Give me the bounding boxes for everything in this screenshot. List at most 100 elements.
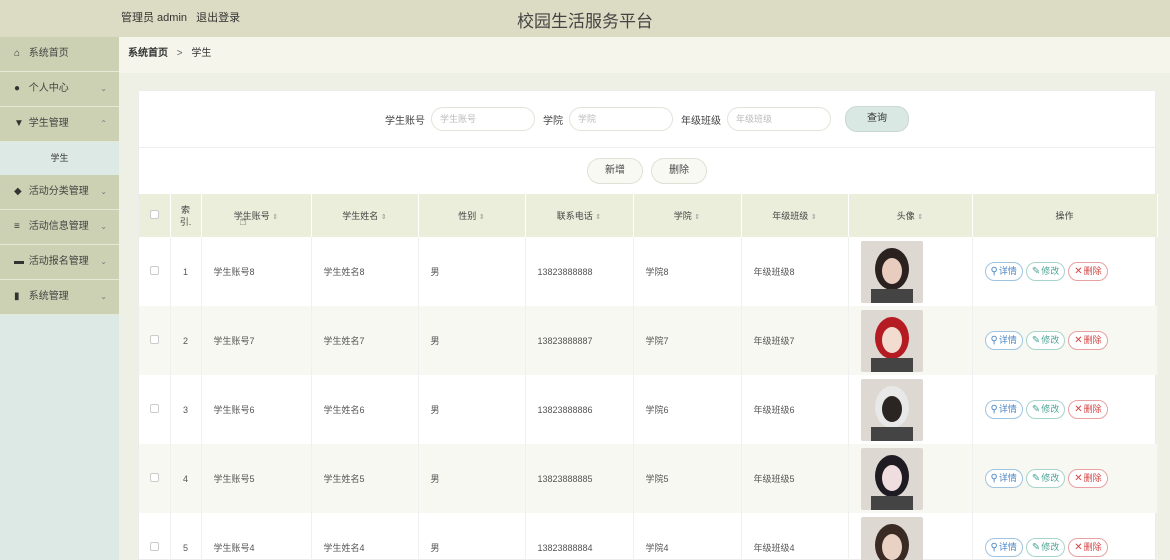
header-account[interactable]: 学生账号 ⇕ [201,194,312,237]
sidebar-item-students[interactable]: ▼ 学生管理 ⌃ [0,107,119,142]
sidebar-item-activity-category[interactable]: ◆ 活动分类管理 ⌄ [0,175,119,210]
header-phone-label: 联系电话 [556,211,593,221]
breadcrumb: 系统首页 > 学生 [119,37,1170,73]
edit-button[interactable]: ✎修改 [1025,469,1066,488]
sidebar-item-home[interactable]: ⌂ 系统首页 [0,37,119,72]
delete-label: 删除 [1083,473,1102,483]
detail-button[interactable]: ⚲详情 [984,538,1023,557]
detail-label: 详情 [998,473,1017,483]
avatar[interactable] [860,516,923,560]
avatar[interactable] [860,240,923,303]
header-avatar-label: 头像 [896,211,915,221]
header-class[interactable]: 年级班级 ⇕ [741,194,849,237]
select-all-header [139,194,171,237]
table-row[interactable]: 1 学生账号8 学生姓名8 男 13823888888 学院8 年级班级8 ⚲详情 ✎修改 ✕删除 [139,237,1158,306]
chevron-down-icon: ⌄ [100,292,107,301]
college-input[interactable]: 学院 [569,107,673,131]
header-phone[interactable]: 联系电话 ⇕ [525,194,634,237]
cell-gender: 男 [418,375,526,444]
avatar[interactable] [860,378,923,441]
search-icon: ⚲ [990,404,998,415]
delete-row-button[interactable]: ✕删除 [1068,400,1108,419]
edit-button[interactable]: ✎修改 [1025,400,1066,419]
cell-class: 年级班级7 [741,306,849,375]
sort-icon: ⇕ [694,214,701,221]
row-checkbox[interactable] [149,266,159,275]
header-name-label: 学生姓名 [342,211,379,221]
table-row[interactable]: 3 学生账号6 学生姓名6 男 13823888886 学院6 年级班级6 ⚲详情 ✎修改 ✕删除 [139,375,1158,444]
sidebar-item-activity-signup[interactable]: ▬ 活动报名管理 ⌄ [0,245,119,280]
close-icon: ✕ [1074,542,1083,553]
cell-gender: 男 [418,237,526,306]
avatar[interactable] [860,447,923,510]
sidebar-item-activity-info[interactable]: ≡ 活动信息管理 ⌄ [0,210,119,245]
add-button[interactable]: 新增 [587,158,643,184]
breadcrumb-home[interactable]: 系统首页 [128,48,168,59]
edit-label: 修改 [1041,266,1060,276]
cell-ops: ⚲详情 ✎修改 ✕删除 [972,444,1158,513]
detail-button[interactable]: ⚲详情 [984,400,1023,419]
row-checkbox[interactable] [149,404,159,413]
search-icon: ⚲ [990,542,998,553]
edit-label: 修改 [1041,335,1060,345]
close-icon: ✕ [1074,335,1083,346]
chevron-down-icon: ⌄ [100,187,107,196]
cell-name: 学生姓名5 [311,444,419,513]
sidebar-item-label: 活动分类管理 [28,186,89,197]
header-college[interactable]: 学院 ⇕ [633,194,742,237]
row-checkbox[interactable] [149,473,159,482]
row-checkbox[interactable] [149,335,159,344]
edit-label: 修改 [1041,473,1060,483]
row-select-cell [139,237,171,306]
table-row[interactable]: 2 学生账号7 学生姓名7 男 13823888887 学院7 年级班级7 ⚲详情 ✎修改 ✕删除 [139,306,1158,375]
cell-gender: 男 [418,444,526,513]
briefcase-icon: ▬ [14,256,24,267]
header-gender[interactable]: 性别 ⇕ [418,194,526,237]
query-button[interactable]: 查询 [845,106,909,132]
detail-label: 详情 [998,404,1017,414]
avatar[interactable] [860,309,923,372]
cell-phone: 13823888888 [525,237,634,306]
cell-gender: 男 [418,306,526,375]
sidebar-subitem-student[interactable]: 学生 [0,142,119,175]
select-all-checkbox[interactable] [149,210,159,219]
sort-icon: ⇕ [810,214,817,221]
table-row[interactable]: 4 学生账号5 学生姓名5 男 13823888885 学院5 年级班级5 ⚲详情 ✎修改 ✕删除 [139,444,1158,513]
edit-button[interactable]: ✎修改 [1025,538,1066,557]
detail-label: 详情 [998,266,1017,276]
edit-label: 修改 [1041,542,1060,552]
sidebar-item-profile[interactable]: ● 个人中心 ⌄ [0,72,119,107]
edit-button[interactable]: ✎修改 [1025,331,1066,350]
header-avatar[interactable]: 头像 ⇕ [848,194,973,237]
sidebar-item-system[interactable]: ▮ 系统管理 ⌄ [0,280,119,315]
pencil-icon: ✎ [1031,335,1041,346]
delete-row-button[interactable]: ✕删除 [1068,538,1108,557]
account-input[interactable]: 学生账号 [431,107,535,131]
cell-ops: ⚲详情 ✎修改 ✕删除 [972,237,1158,306]
edit-label: 修改 [1041,404,1060,414]
detail-button[interactable]: ⚲详情 [984,469,1023,488]
delete-row-button[interactable]: ✕删除 [1068,262,1108,281]
delete-row-button[interactable]: ✕删除 [1068,331,1108,350]
cell-ops: ⚲详情 ✎修改 ✕删除 [972,375,1158,444]
sliders-icon: ≡ [14,221,20,232]
header-name[interactable]: 学生姓名 ⇕ [311,194,419,237]
sidebar-item-label: 活动报名管理 [28,256,89,267]
delete-button[interactable]: 删除 [651,158,707,184]
sidebar-item-label: 活动信息管理 [28,221,89,232]
cell-college: 学院4 [633,513,742,560]
cell-avatar [848,237,973,306]
header-ops: 操作 [972,194,1158,237]
table-row[interactable]: 5 学生账号4 学生姓名4 男 13823888884 学院4 年级班级4 ⚲详情 ✎修改 ✕删除 [139,513,1158,560]
detail-button[interactable]: ⚲详情 [984,331,1023,350]
cell-phone: 13823888885 [525,444,634,513]
class-input[interactable]: 年级班级 [727,107,831,131]
cell-name: 学生姓名7 [311,306,419,375]
detail-button[interactable]: ⚲详情 [984,262,1023,281]
row-checkbox[interactable] [149,542,159,551]
college-label: 学院 [543,115,563,127]
student-table: 索 引. 学生账号 ⇕ 学生姓名 ⇕ 性别 ⇕ 联系电话 ⇕ 学院 ⇕ 年级班级… [139,194,1158,560]
delete-row-button[interactable]: ✕删除 [1068,469,1108,488]
app-title: 校园生活服务平台 [517,12,653,31]
edit-button[interactable]: ✎修改 [1025,262,1066,281]
